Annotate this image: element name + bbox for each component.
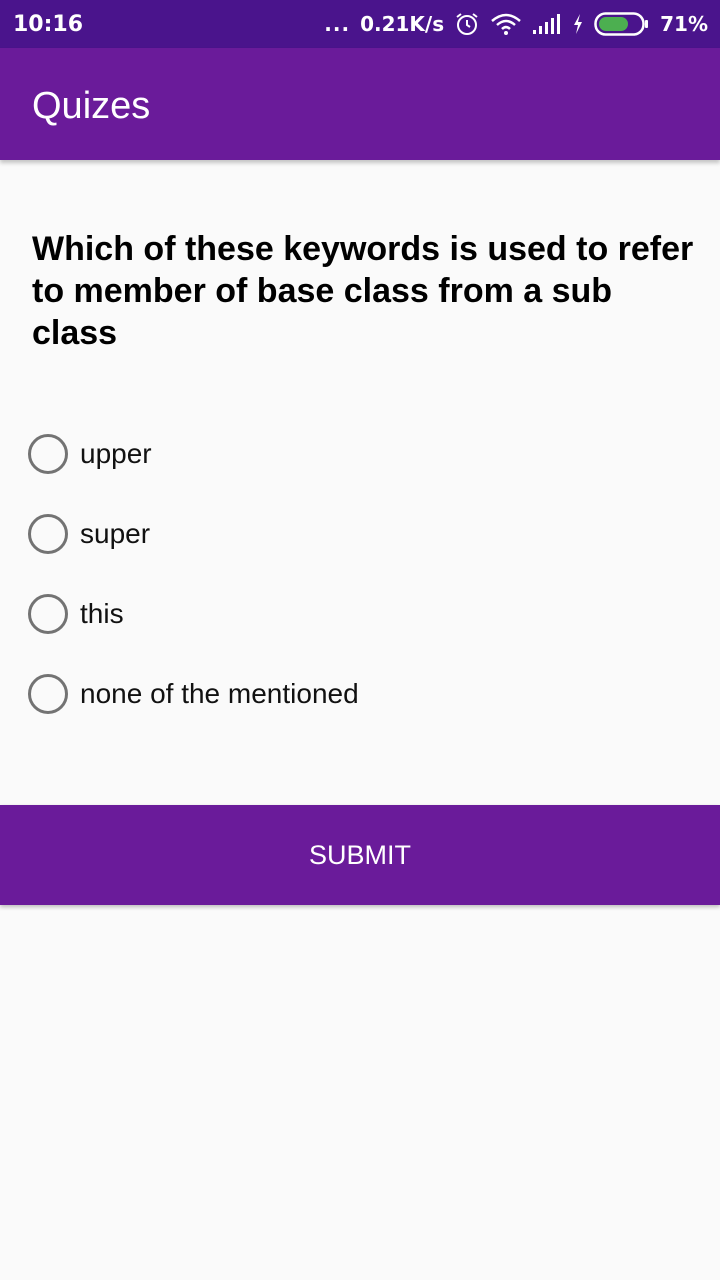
- option-label: upper: [80, 438, 152, 469]
- radio-button[interactable]: [28, 674, 68, 714]
- battery-icon: [594, 11, 650, 37]
- more-dots: ...: [324, 12, 351, 36]
- answer-options: upper super this none of the mentioned: [28, 414, 688, 734]
- option-label: none of the mentioned: [80, 678, 359, 709]
- charging-icon: [572, 13, 584, 35]
- radio-button[interactable]: [28, 594, 68, 634]
- net-speed: 0.21K/s: [360, 12, 445, 36]
- option-label: super: [80, 518, 151, 549]
- option-this[interactable]: this: [28, 574, 688, 654]
- app-bar: Quizes: [0, 48, 720, 160]
- option-super[interactable]: super: [28, 494, 688, 574]
- radio-button[interactable]: [28, 434, 68, 474]
- wifi-icon: [490, 12, 522, 36]
- app-title: Quizes: [32, 85, 151, 127]
- status-time: 10:16: [13, 12, 84, 37]
- battery-percent: 71%: [660, 12, 708, 36]
- signal-icon: [532, 13, 562, 35]
- radio-button[interactable]: [28, 514, 68, 554]
- alarm-icon: [454, 11, 480, 37]
- option-upper[interactable]: upper: [28, 414, 688, 494]
- status-bar: 10:16 ... 0.21K/s 71%: [0, 0, 720, 48]
- option-none-of-the-mentioned[interactable]: none of the mentioned: [28, 654, 688, 734]
- option-label: this: [80, 598, 124, 629]
- status-icons: ... 0.21K/s 71%: [324, 8, 708, 40]
- question-text: Which of these keywords is used to refer…: [32, 230, 694, 352]
- submit-button[interactable]: SUBMIT: [0, 805, 720, 905]
